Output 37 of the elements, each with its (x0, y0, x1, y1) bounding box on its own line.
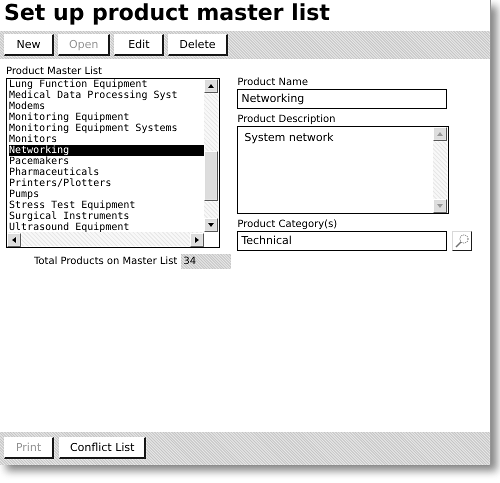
vertical-scrollbar[interactable] (204, 79, 219, 232)
field-label: Product Description (237, 113, 336, 126)
list-item[interactable]: Surgical Instruments (9, 211, 204, 222)
toolbar-button[interactable]: New (4, 34, 54, 56)
product-name-field[interactable]: Networking (237, 89, 448, 109)
toolbar-button[interactable]: Edit (114, 34, 164, 56)
list-item[interactable]: Ultrasound Equipment (9, 222, 204, 232)
field-label: Product Name (237, 76, 309, 89)
list-item[interactable]: Pharmaceuticals (9, 167, 204, 178)
footer-button[interactable]: Conflict List (59, 437, 146, 459)
list-item[interactable]: Monitors (9, 134, 204, 145)
arrow-icon (207, 82, 215, 90)
list-item[interactable]: Medical Data Processing Syst (9, 90, 204, 101)
horizontal-scrollbar[interactable] (7, 232, 204, 247)
total-value: 34 (181, 254, 232, 269)
product-list[interactable] (6, 78, 220, 248)
list-item[interactable]: Printers/Plotters (9, 178, 204, 189)
toolbar-button[interactable]: Delete (168, 34, 228, 56)
magnifier-icon (454, 233, 470, 249)
list-item[interactable]: Monitoring Equipment Systems (9, 123, 204, 134)
list-item[interactable]: Pumps (9, 189, 204, 200)
list-item[interactable]: Networking (9, 145, 204, 156)
field-label: Product Master List (6, 65, 103, 78)
list-item[interactable]: Pacemakers (9, 156, 204, 167)
category-field[interactable]: Technical (237, 231, 448, 251)
arrow-icon (436, 202, 444, 210)
arrow-icon (10, 236, 18, 244)
arrow-icon (436, 130, 444, 138)
window-title: Set up product master list (3, 0, 331, 28)
field-label: Product Category(s) (237, 218, 338, 231)
list-item[interactable]: Modems (9, 101, 204, 112)
lookup-button[interactable] (452, 231, 472, 251)
list-item[interactable]: Monitoring Equipment (9, 112, 204, 123)
total-label: Total Products on Master List (34, 255, 178, 268)
list-item[interactable]: Stress Test Equipment (9, 200, 204, 211)
description-field[interactable]: System network (237, 126, 450, 214)
list-item[interactable]: Lung Function Equipment (9, 79, 204, 90)
